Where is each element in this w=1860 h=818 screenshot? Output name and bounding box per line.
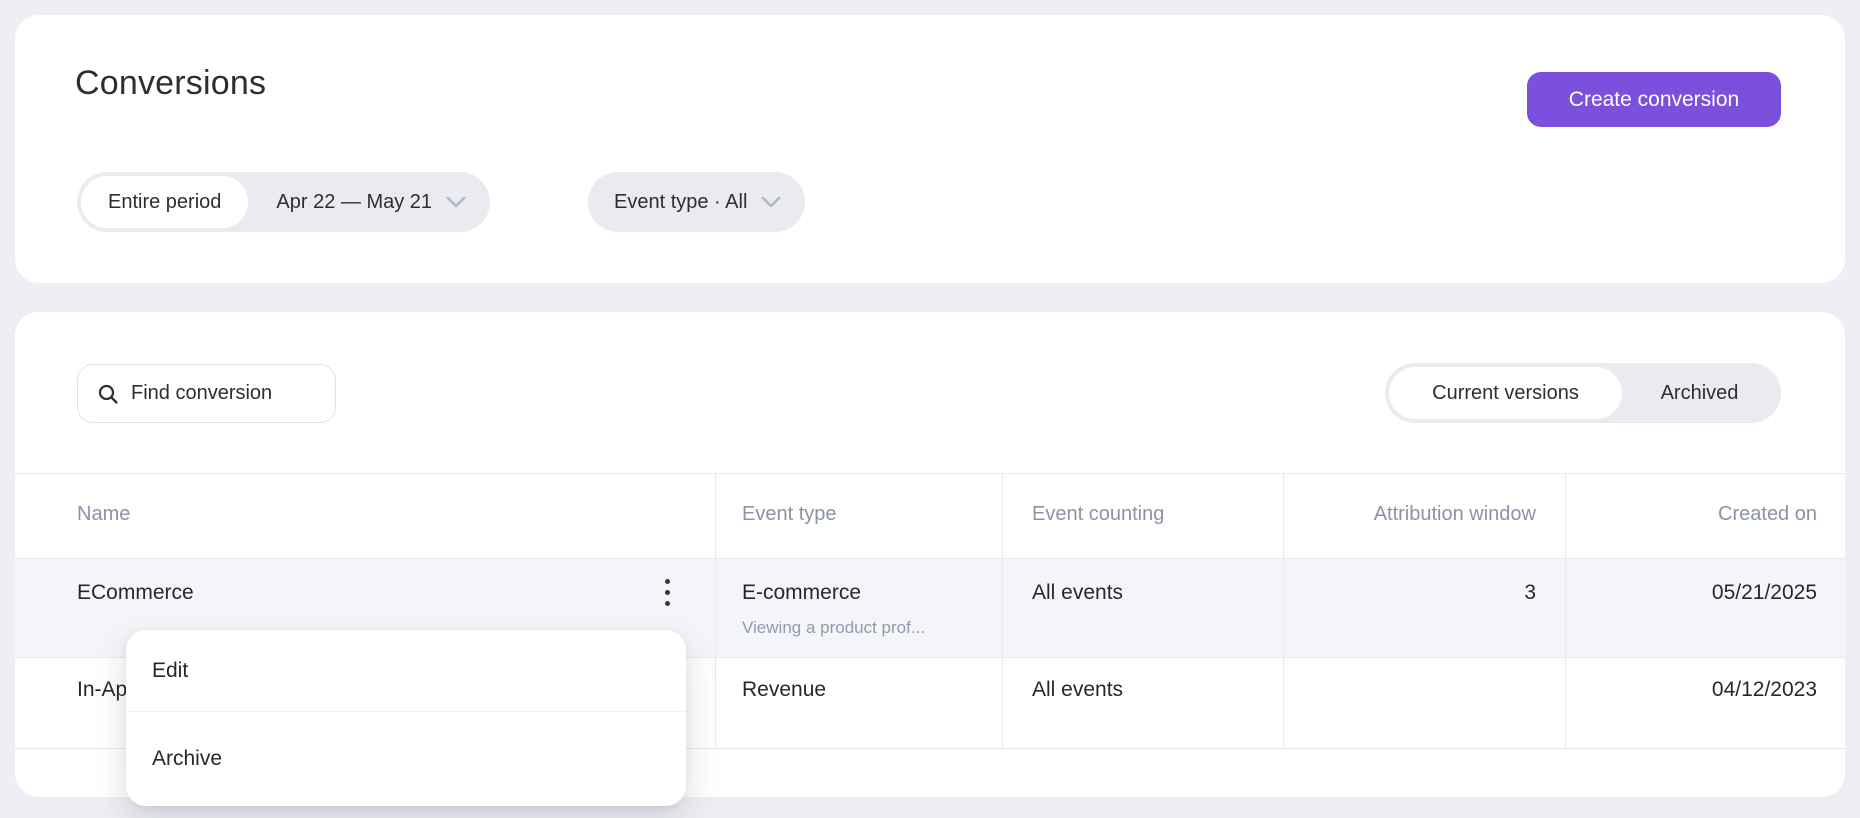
page-title: Conversions xyxy=(75,64,266,103)
cell-event-type-subtext: Viewing a product prof... xyxy=(742,618,925,638)
create-conversion-button[interactable]: Create conversion xyxy=(1527,72,1781,127)
column-header-event-counting[interactable]: Event counting xyxy=(1032,503,1164,526)
header-bottom-border xyxy=(15,558,1845,559)
menu-item-edit-label: Edit xyxy=(152,659,188,683)
chevron-down-icon[interactable] xyxy=(446,196,466,208)
cell-event-type: Revenue xyxy=(742,678,826,702)
cell-event-counting: All events xyxy=(1032,581,1123,605)
entire-period-label: Entire period xyxy=(108,191,221,214)
tab-current-versions[interactable]: Current versions xyxy=(1389,367,1622,419)
table-top-border xyxy=(15,473,1845,474)
cell-attribution-window: 3 xyxy=(1524,581,1536,605)
column-divider xyxy=(1002,473,1003,748)
column-header-created-on[interactable]: Created on xyxy=(1718,503,1817,526)
tab-archived[interactable]: Archived xyxy=(1622,363,1777,423)
period-filter: Entire period Apr 22 — May 21 xyxy=(77,172,490,232)
column-header-event-type[interactable]: Event type xyxy=(742,503,837,526)
event-type-filter[interactable]: Event type · All xyxy=(588,172,805,232)
row-actions-button[interactable] xyxy=(653,574,681,610)
create-conversion-label: Create conversion xyxy=(1569,88,1739,112)
column-header-name[interactable]: Name xyxy=(77,503,130,526)
search-placeholder: Find conversion xyxy=(131,382,272,405)
menu-item-archive-label: Archive xyxy=(152,747,222,771)
column-header-attribution-window[interactable]: Attribution window xyxy=(1374,503,1536,526)
versions-toggle: Current versions Archived xyxy=(1385,363,1781,423)
chevron-down-icon[interactable] xyxy=(761,196,781,208)
cell-event-type: E-commerce xyxy=(742,581,861,605)
tab-current-versions-label: Current versions xyxy=(1432,382,1579,405)
cell-name[interactable]: ECommerce xyxy=(77,581,194,605)
tab-archived-label: Archived xyxy=(1661,382,1739,405)
row-context-menu: Edit Archive xyxy=(126,630,686,806)
entire-period-tab[interactable]: Entire period xyxy=(81,176,248,228)
column-divider xyxy=(1283,473,1284,748)
search-icon xyxy=(97,383,119,405)
search-input[interactable]: Find conversion xyxy=(77,364,336,423)
cell-created-on: 05/21/2025 xyxy=(1712,581,1817,605)
column-divider xyxy=(715,473,716,748)
event-type-filter-label: Event type · All xyxy=(614,191,761,214)
cell-created-on: 04/12/2023 xyxy=(1712,678,1817,702)
menu-item-archive[interactable]: Archive xyxy=(126,712,686,806)
conversions-header-card xyxy=(15,15,1845,283)
date-range-selector[interactable]: Apr 22 — May 21 xyxy=(248,191,446,214)
column-divider xyxy=(1565,473,1566,748)
cell-name[interactable]: In-Ap xyxy=(77,678,127,702)
cell-event-counting: All events xyxy=(1032,678,1123,702)
menu-item-edit[interactable]: Edit xyxy=(126,630,686,711)
